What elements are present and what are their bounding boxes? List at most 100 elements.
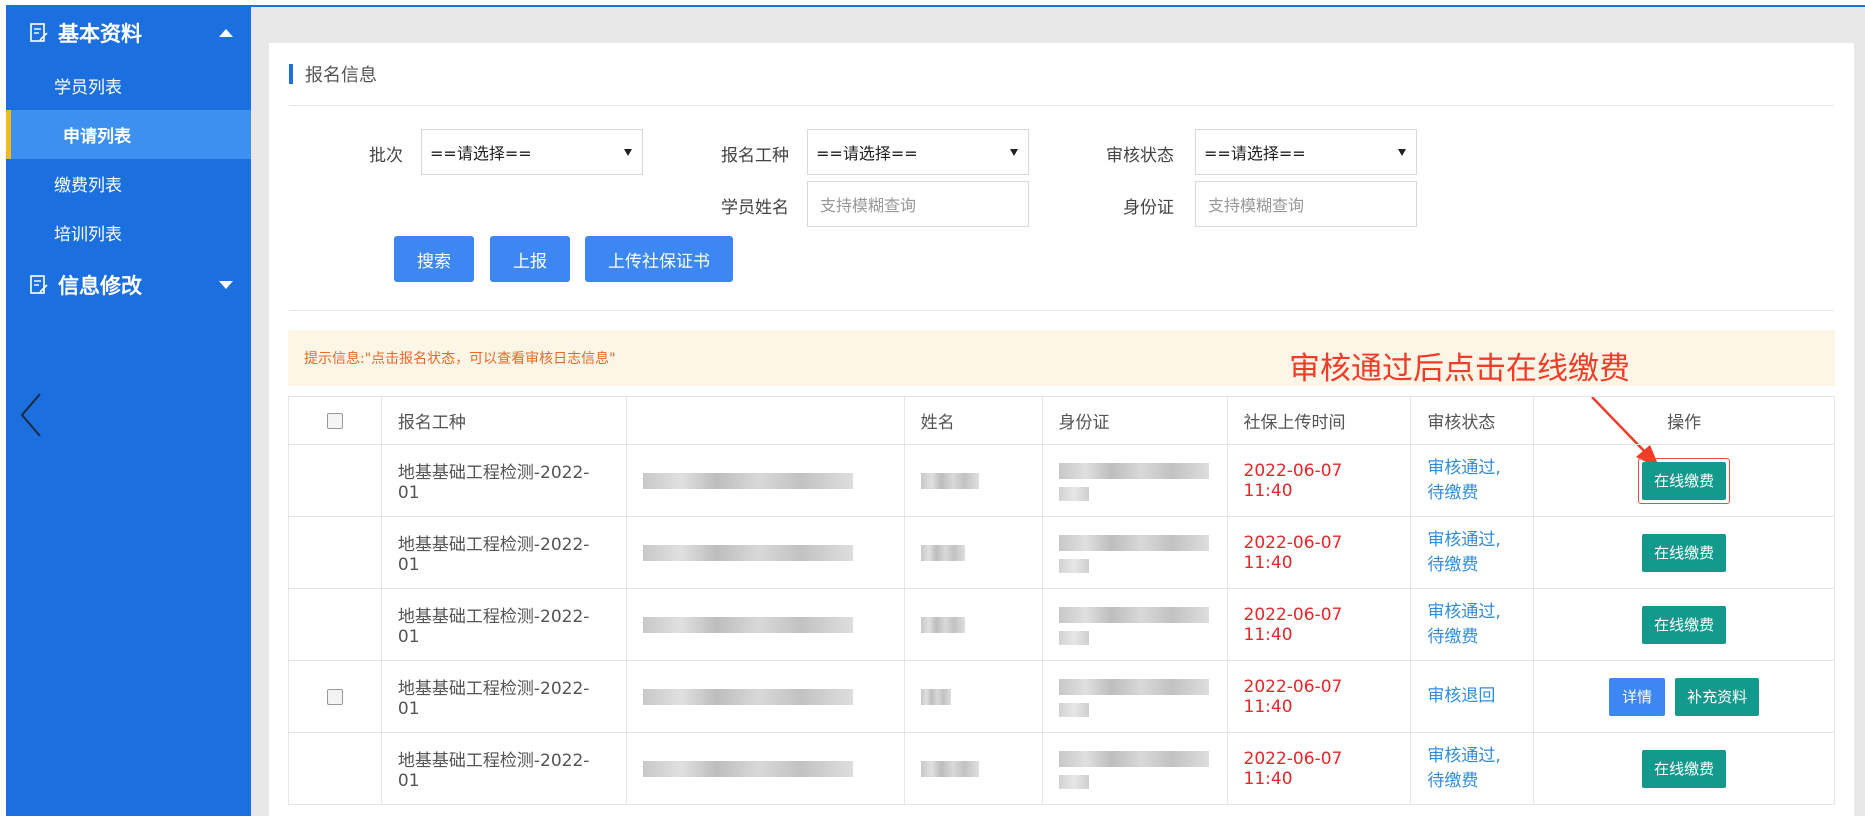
table-row: 地基基础工程检测-2022-01 2022-06-07 11:40 审核通过, 待… bbox=[288, 732, 1835, 805]
row-checkbox-cell bbox=[288, 516, 382, 589]
status-line-2[interactable]: 待缴费 bbox=[1427, 627, 1478, 647]
table-row: 地基基础工程检测-2022-01 2022-06-07 11:40 审核退回 详… bbox=[288, 660, 1835, 733]
header-id-card: 身份证 bbox=[1041, 396, 1228, 445]
online-payment-button[interactable]: 在线缴费 bbox=[1642, 749, 1727, 788]
audit-status-cell[interactable]: 审核退回 bbox=[1410, 660, 1535, 733]
upload-time-cell: 2022-06-07 11:40 bbox=[1226, 660, 1412, 733]
blurred-text bbox=[1058, 702, 1089, 717]
detail-button[interactable]: 详情 bbox=[1609, 677, 1666, 716]
audit-status-link[interactable]: 审核通过, 待缴费 bbox=[1427, 600, 1517, 650]
audit-status-link[interactable]: 审核通过, 待缴费 bbox=[1427, 528, 1517, 578]
status-line-1[interactable]: 审核通过, bbox=[1427, 458, 1500, 478]
header-actions: 操作 bbox=[1533, 396, 1835, 445]
audit-status-cell[interactable]: 审核通过, 待缴费 bbox=[1410, 444, 1535, 517]
blurred-text bbox=[642, 760, 853, 777]
audit-status-select[interactable]: ==请选择== bbox=[1195, 129, 1417, 175]
sidebar-group-basic-info[interactable]: 基本资料 bbox=[6, 5, 251, 61]
row-checkbox[interactable] bbox=[326, 688, 343, 705]
select-all-cell bbox=[288, 396, 382, 445]
online-payment-button[interactable]: 在线缴费 bbox=[1642, 461, 1727, 500]
job-type-select-value: ==请选择== bbox=[816, 144, 918, 163]
blurred-text bbox=[1058, 678, 1209, 695]
sidebar-group-info-edit[interactable]: 信息修改 bbox=[6, 257, 251, 313]
audit-status-select-value: ==请选择== bbox=[1204, 144, 1306, 163]
header-blank bbox=[625, 396, 905, 445]
upload-time-cell: 2022-06-07 11:40 bbox=[1226, 516, 1412, 589]
job-type-select[interactable]: ==请选择== bbox=[807, 129, 1029, 175]
sidebar-item-payment-list[interactable]: 缴费列表 bbox=[6, 159, 251, 208]
status-line-1[interactable]: 审核通过, bbox=[1427, 602, 1500, 622]
blurred-text bbox=[920, 688, 951, 705]
id-card-cell bbox=[1041, 588, 1228, 661]
audit-status-cell[interactable]: 审核通过, 待缴费 bbox=[1410, 732, 1535, 805]
name-cell bbox=[903, 516, 1043, 589]
blurred-text bbox=[642, 688, 853, 705]
company-cell bbox=[625, 660, 905, 733]
blurred-text bbox=[1058, 750, 1209, 767]
id-card-cell bbox=[1041, 660, 1228, 733]
online-payment-button[interactable]: 在线缴费 bbox=[1642, 605, 1727, 644]
upload-time-cell: 2022-06-07 11:40 bbox=[1226, 444, 1412, 517]
upload-time-cell: 2022-06-07 11:40 bbox=[1226, 732, 1412, 805]
panel-title-text: 报名信息 bbox=[305, 65, 377, 86]
upload-time-text: 2022-06-07 11:40 bbox=[1243, 532, 1343, 573]
report-button[interactable]: 上报 bbox=[490, 236, 570, 282]
sidebar: 基本资料 学员列表 申请列表 缴费列表 培训列表 信息修改 bbox=[6, 5, 251, 816]
company-cell bbox=[625, 516, 905, 589]
upload-time-text: 2022-06-07 11:40 bbox=[1243, 460, 1343, 501]
sidebar-item-training-list[interactable]: 培训列表 bbox=[6, 208, 251, 257]
status-line-1[interactable]: 审核通过, bbox=[1427, 530, 1500, 550]
audit-status-cell[interactable]: 审核通过, 待缴费 bbox=[1410, 588, 1535, 661]
sidebar-item-student-list[interactable]: 学员列表 bbox=[6, 61, 251, 110]
supplement-materials-button[interactable]: 补充资料 bbox=[1675, 677, 1760, 716]
caret-down-icon bbox=[1398, 149, 1406, 156]
collapse-sidebar-chevron-left-icon[interactable] bbox=[16, 390, 46, 440]
document-edit-icon bbox=[30, 23, 48, 42]
actions-cell: 在线缴费 bbox=[1533, 444, 1835, 517]
select-all-checkbox[interactable] bbox=[326, 412, 343, 429]
upload-time-cell: 2022-06-07 11:40 bbox=[1226, 588, 1412, 661]
registration-panel: 报名信息 批次 ==请选择== 报名工种 ==请选择== 审核状态 ==请选择=… bbox=[269, 43, 1854, 816]
status-line-2[interactable]: 待缴费 bbox=[1427, 483, 1478, 503]
batch-select[interactable]: ==请选择== bbox=[421, 129, 643, 175]
header-upload-time: 社保上传时间 bbox=[1226, 396, 1412, 445]
id-card-input[interactable]: 支持模糊查询 bbox=[1195, 181, 1417, 227]
audit-status-link[interactable]: 审核通过, 待缴费 bbox=[1427, 744, 1517, 794]
audit-status-link[interactable]: 审核退回 bbox=[1427, 684, 1517, 709]
status-line-1[interactable]: 审核通过, bbox=[1427, 746, 1500, 766]
audit-status-link[interactable]: 审核通过, 待缴费 bbox=[1427, 456, 1517, 506]
student-name-label: 学员姓名 bbox=[721, 198, 789, 218]
blurred-text bbox=[1058, 486, 1089, 501]
row-checkbox-cell bbox=[288, 660, 382, 733]
upload-social-security-button[interactable]: 上传社保证书 bbox=[585, 236, 733, 282]
id-card-cell bbox=[1041, 732, 1228, 805]
student-name-input[interactable]: 支持模糊查询 bbox=[807, 181, 1029, 227]
audit-status-cell[interactable]: 审核通过, 待缴费 bbox=[1410, 516, 1535, 589]
blurred-text bbox=[1058, 606, 1209, 623]
upload-time-text: 2022-06-07 11:40 bbox=[1243, 676, 1343, 717]
actions-cell: 详情 补充资料 bbox=[1533, 660, 1835, 733]
name-cell bbox=[903, 732, 1043, 805]
online-payment-button[interactable]: 在线缴费 bbox=[1642, 533, 1727, 572]
job-type-label: 报名工种 bbox=[721, 146, 789, 166]
blurred-text bbox=[1058, 558, 1089, 573]
table-header-row: 报名工种 姓名 身份证 社保上传时间 审核状态 操作 bbox=[288, 396, 1835, 445]
company-cell bbox=[625, 588, 905, 661]
status-line-2[interactable]: 待缴费 bbox=[1427, 771, 1478, 791]
company-cell bbox=[625, 444, 905, 517]
blurred-text bbox=[642, 616, 853, 633]
row-checkbox-cell bbox=[288, 588, 382, 661]
blurred-text bbox=[1058, 462, 1209, 479]
sidebar-item-application-list[interactable]: 申请列表 bbox=[6, 110, 251, 159]
search-button[interactable]: 搜索 bbox=[394, 236, 474, 282]
blurred-text bbox=[920, 616, 965, 633]
table-row: 地基基础工程检测-2022-01 2022-06-07 11:40 审核通过, 待… bbox=[288, 444, 1835, 517]
upload-time-text: 2022-06-07 11:40 bbox=[1243, 748, 1343, 789]
highlight-frame: 在线缴费 bbox=[1638, 457, 1731, 504]
blurred-text bbox=[920, 544, 965, 561]
divider bbox=[289, 105, 1834, 106]
job-type-cell: 地基基础工程检测-2022-01 bbox=[380, 516, 627, 589]
table-row: 地基基础工程检测-2022-01 2022-06-07 11:40 审核通过, 待… bbox=[288, 516, 1835, 589]
status-line-2[interactable]: 待缴费 bbox=[1427, 555, 1478, 575]
blurred-text bbox=[1058, 534, 1209, 551]
